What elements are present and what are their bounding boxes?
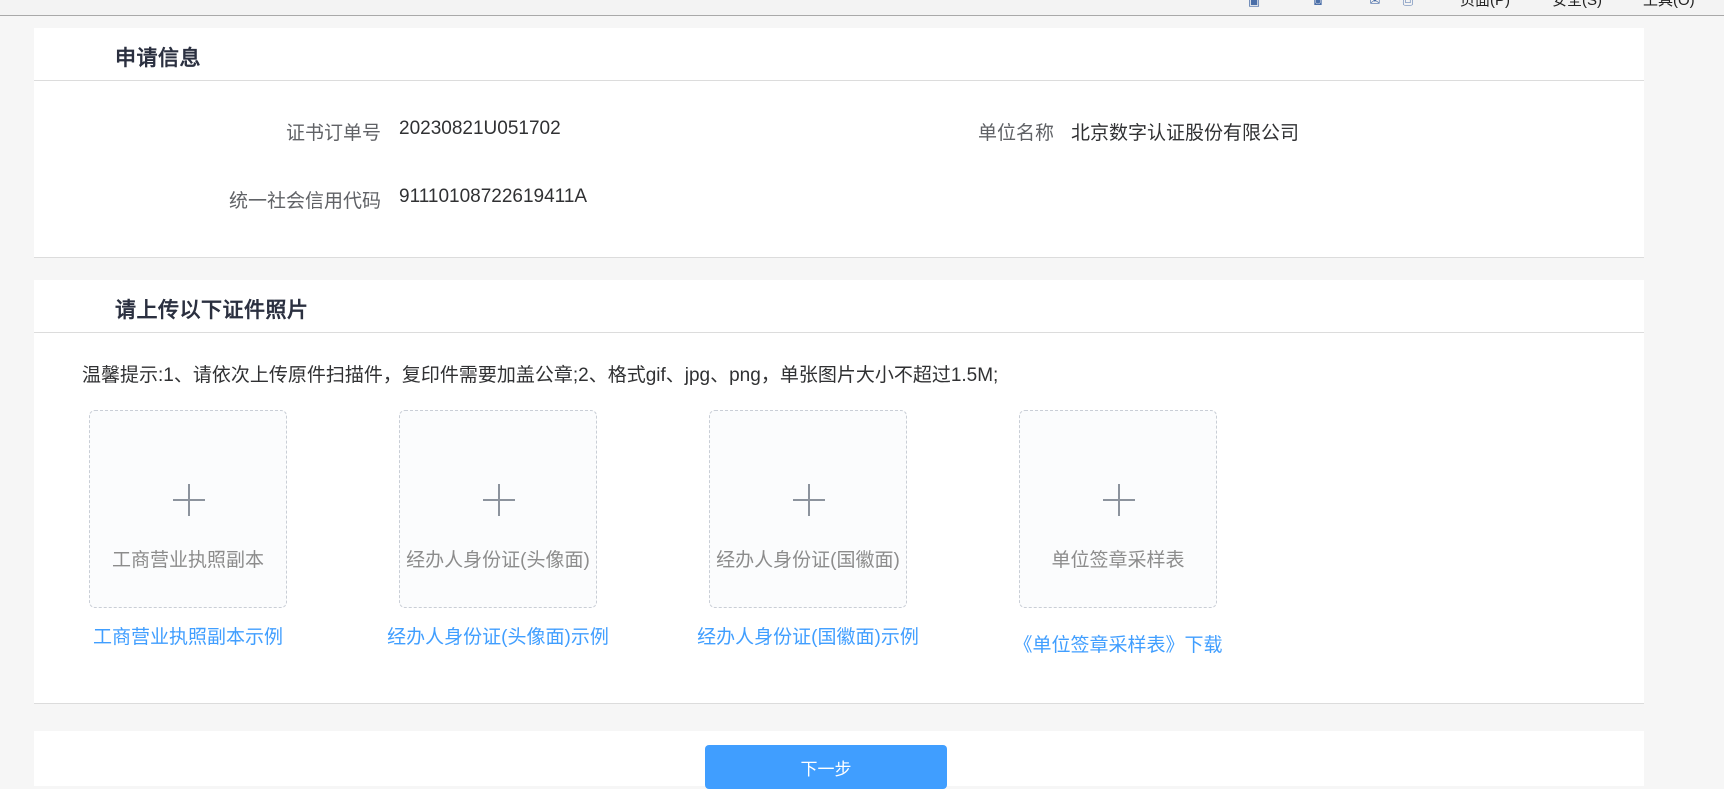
- mail-icon[interactable]: ✉: [1365, 0, 1385, 9]
- plus-icon: [173, 484, 205, 516]
- next-step-button[interactable]: 下一步: [705, 745, 947, 789]
- credit-code-label: 统一社会信用代码: [228, 191, 381, 212]
- id-card-front-example-link[interactable]: 经办人身份证(头像面)示例: [368, 622, 628, 649]
- application-info-title: 申请信息: [115, 47, 201, 70]
- upload-notice: 温馨提示:1、请依次上传原件扫描件，复印件需要加盖公章;2、格式gif、jpg、…: [82, 365, 999, 386]
- upload-label: 经办人身份证(头像面): [406, 550, 590, 571]
- order-number-value: 20230821U051702: [399, 118, 561, 139]
- divider: [34, 257, 1644, 258]
- order-number-label: 证书订单号: [285, 123, 381, 144]
- plus-icon: [1103, 484, 1135, 516]
- upload-id-card-front[interactable]: 经办人身份证(头像面): [399, 410, 597, 608]
- menu-safety[interactable]: 安全(S): [1552, 0, 1602, 9]
- upload-header: 请上传以下证件照片: [34, 280, 1644, 333]
- upload-business-license[interactable]: 工商营业执照副本: [89, 410, 287, 608]
- upload-title: 请上传以下证件照片: [115, 299, 309, 322]
- upload-label: 经办人身份证(国徽面): [716, 550, 900, 571]
- upload-id-card-back[interactable]: 经办人身份证(国徽面): [709, 410, 907, 608]
- browser-toolbar: ▣ ◙ ✉ ⎙ 页面(P) 安全(S) 工具(O): [0, 0, 1724, 16]
- company-name-label: 单位名称: [977, 123, 1054, 144]
- seal-sample-download-link[interactable]: 《单位签章采样表》下载: [988, 630, 1248, 657]
- upload-seal-sample[interactable]: 单位签章采样表: [1019, 410, 1217, 608]
- upload-label: 工商营业执照副本: [111, 550, 264, 571]
- rss-feed-icon[interactable]: ◙: [1308, 0, 1328, 9]
- menu-tools[interactable]: 工具(O): [1643, 0, 1695, 9]
- menu-page[interactable]: 页面(P): [1460, 0, 1510, 9]
- application-info-panel: 申请信息 证书订单号 20230821U051702 单位名称 北京数字认证股份…: [34, 28, 1644, 258]
- company-name-value: 北京数字认证股份有限公司: [1071, 123, 1300, 144]
- plus-icon: [483, 484, 515, 516]
- actions-panel: 下一步: [34, 731, 1644, 789]
- home-icon[interactable]: ▣: [1244, 0, 1264, 9]
- application-info-header: 申请信息: [34, 28, 1644, 81]
- business-license-example-link[interactable]: 工商营业执照副本示例: [58, 622, 318, 649]
- upload-panel: 请上传以下证件照片 温馨提示:1、请依次上传原件扫描件，复印件需要加盖公章;2、…: [34, 280, 1644, 704]
- divider: [34, 703, 1644, 704]
- upload-label: 单位签章采样表: [1051, 550, 1185, 571]
- print-icon[interactable]: ⎙: [1398, 0, 1418, 9]
- id-card-back-example-link[interactable]: 经办人身份证(国徽面)示例: [678, 622, 938, 649]
- credit-code-value: 91110108722619411A: [399, 186, 588, 207]
- plus-icon: [793, 484, 825, 516]
